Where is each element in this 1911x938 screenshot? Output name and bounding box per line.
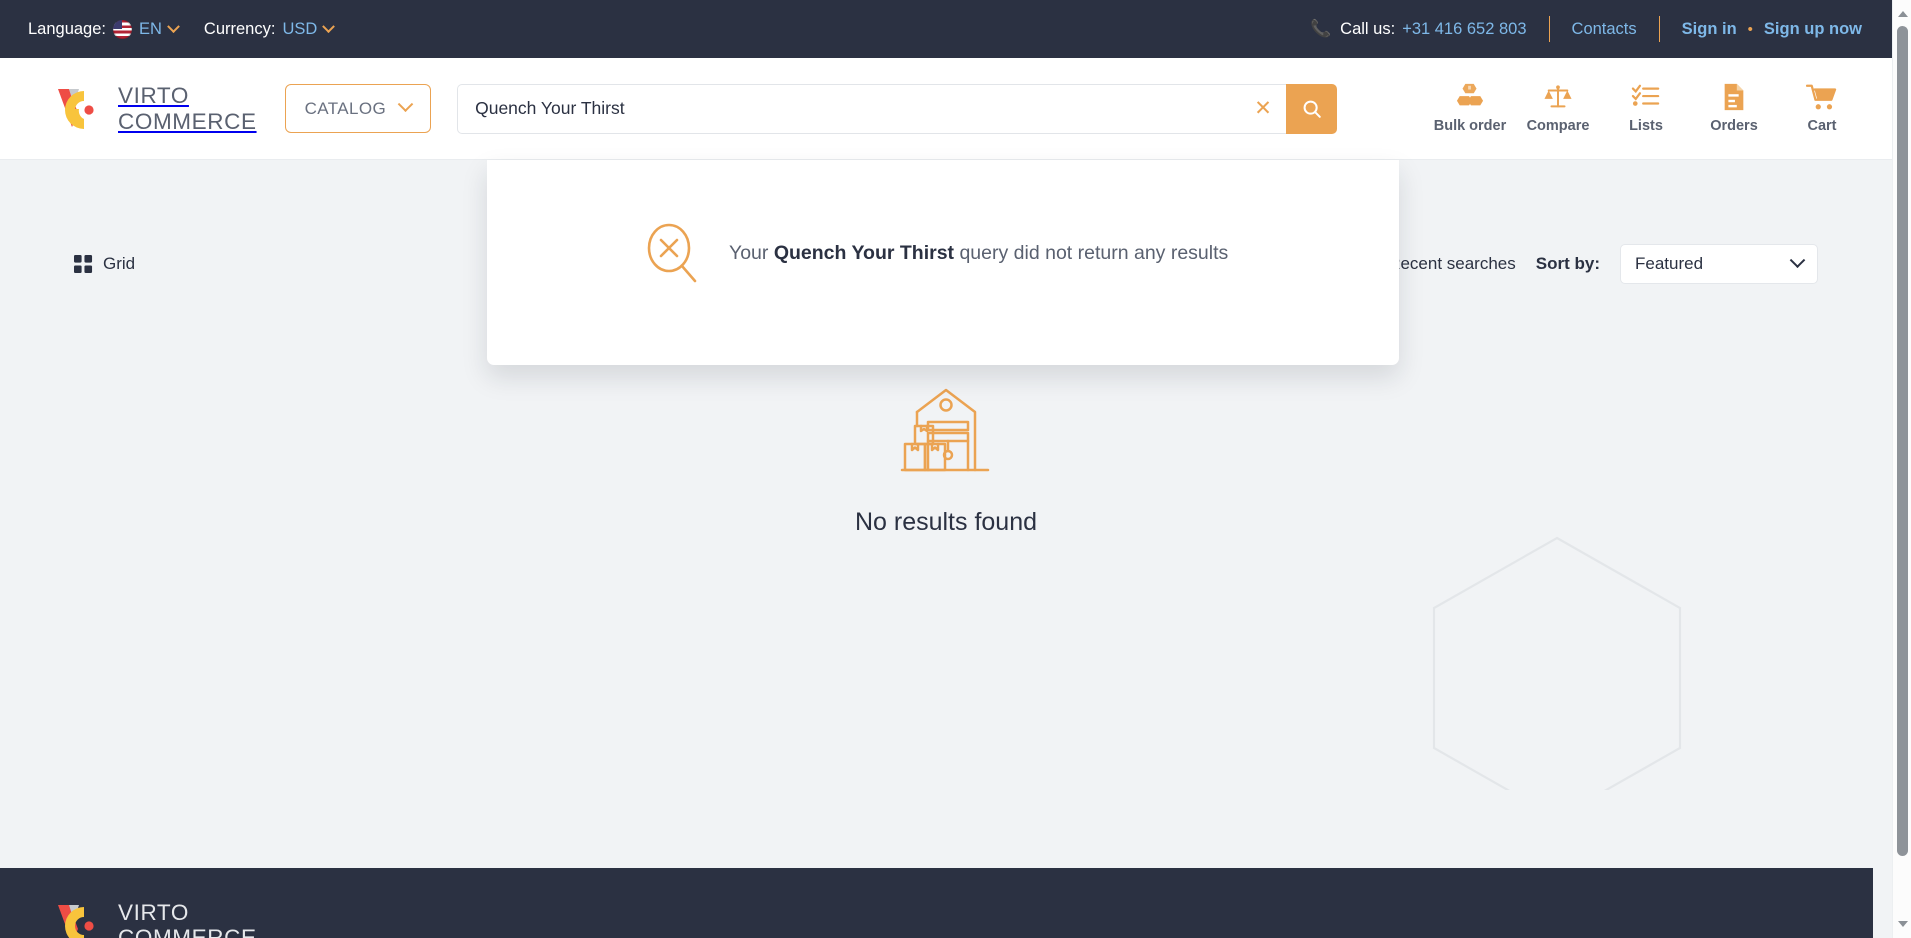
header-action-cart[interactable]: Cart: [1778, 83, 1866, 134]
header-action-compare[interactable]: Compare: [1514, 83, 1602, 134]
checklist-icon: [1631, 84, 1660, 106]
header-actions: Bulk order Compare Lists Orders Cart: [1426, 83, 1866, 134]
header-action-label: Compare: [1526, 118, 1590, 134]
sign-up-link[interactable]: Sign up now: [1764, 20, 1862, 39]
call-us-label: Call us:: [1340, 19, 1396, 38]
language-label: Language:: [28, 19, 106, 38]
topbar-left-group: Language: EN Currency: USD: [28, 19, 336, 39]
search-bar: ✕: [457, 83, 1338, 134]
browser-viewport: Language: EN Currency: USD 📞 Call us: +3…: [0, 0, 1911, 938]
sign-in-link[interactable]: Sign in: [1682, 20, 1737, 39]
scroll-up-arrow-icon[interactable]: [1893, 4, 1911, 24]
scroll-thumb[interactable]: [1897, 26, 1908, 856]
header-action-lists[interactable]: Lists: [1602, 83, 1690, 134]
search-no-results-icon: [647, 223, 697, 283]
sort-by-value: Featured: [1635, 254, 1704, 273]
search-input-wrapper: ✕: [457, 83, 1287, 134]
header-action-label: Orders: [1710, 118, 1758, 134]
grid-icon: [74, 254, 93, 273]
cart-icon: [1806, 84, 1837, 110]
boxes-icon: [1456, 83, 1484, 106]
virto-logo-icon: [58, 905, 94, 938]
flag-us-icon: [113, 19, 132, 39]
currency-label: Currency:: [203, 19, 276, 38]
phone-icon: 📞: [1309, 19, 1332, 38]
site-logo[interactable]: VIRTO COMMERCE: [54, 83, 257, 135]
no-results-message-row: Your Quench Your Thirst query did not re…: [644, 222, 1228, 284]
sort-by-select[interactable]: Featured: [1620, 244, 1818, 284]
chevron-down-icon: [397, 96, 414, 113]
header-action-orders[interactable]: Orders: [1690, 83, 1778, 134]
search-icon: [1303, 100, 1321, 118]
topbar-right-group: 📞 Call us: +31 416 652 803 Contacts Sign…: [1310, 16, 1862, 42]
header-action-bulk-order[interactable]: Bulk order: [1426, 83, 1514, 134]
no-results-message: Your Quench Your Thirst query did not re…: [729, 242, 1228, 265]
recent-searches-link[interactable]: Recent searches: [1388, 254, 1516, 274]
language-value: EN: [139, 19, 162, 38]
divider: [1548, 16, 1550, 42]
phone-number-link[interactable]: +31 416 652 803: [1402, 20, 1526, 39]
view-toggle-label: Grid: [103, 254, 136, 273]
bullet-separator: •: [1747, 20, 1753, 38]
warehouse-boxes-icon: [900, 388, 990, 472]
currency-value: USD: [282, 19, 318, 38]
logo-wordmark: VIRTO COMMERCE: [118, 83, 257, 133]
message-suffix: query did not return any results: [954, 241, 1229, 264]
top-utility-bar: Language: EN Currency: USD 📞 Call us: +3…: [0, 0, 1892, 58]
language-selector[interactable]: Language: EN: [28, 19, 180, 39]
sort-by-label: Sort by:: [1535, 254, 1600, 273]
search-submit-button[interactable]: [1286, 83, 1338, 134]
logo-line-1: VIRTO: [118, 83, 189, 109]
chevron-down-icon: [1789, 251, 1806, 268]
site-header: VIRTO COMMERCE CATALOG ✕: [0, 58, 1892, 160]
divider: [1658, 16, 1660, 42]
catalog-label: CATALOG: [304, 98, 387, 118]
footer-logo-wordmark: VIRTO COMMERCE: [118, 900, 257, 938]
message-prefix: Your: [729, 241, 774, 264]
empty-state: No results found: [64, 378, 1828, 537]
empty-state-text: No results found: [854, 508, 1038, 536]
page-content: Language: EN Currency: USD 📞 Call us: +3…: [0, 0, 1892, 938]
toolbar-right-group: Recent searches Sort by: Featured: [1388, 244, 1818, 284]
logo-line-2: COMMERCE: [118, 108, 257, 134]
scales-icon: [1544, 85, 1572, 108]
footer-logo-line-1: VIRTO: [118, 899, 189, 925]
chevron-down-icon: [167, 19, 180, 33]
header-action-label: Bulk order: [1433, 118, 1507, 134]
virto-logo-icon: [58, 88, 94, 129]
contacts-link[interactable]: Contacts: [1572, 20, 1637, 39]
search-input[interactable]: [475, 98, 1241, 119]
search-suggestions-dropdown: Your Quench Your Thirst query did not re…: [487, 160, 1399, 365]
close-icon[interactable]: ✕: [1240, 96, 1286, 121]
catalog-button[interactable]: CATALOG: [284, 84, 432, 133]
view-toggle-grid[interactable]: Grid: [74, 254, 135, 274]
document-icon: [1724, 83, 1744, 111]
footer-logo[interactable]: VIRTO COMMERCE: [54, 899, 257, 938]
currency-selector[interactable]: Currency: USD: [203, 19, 336, 39]
chevron-down-icon: [322, 19, 336, 33]
site-footer: VIRTO COMMERCE: [0, 868, 1873, 938]
footer-logo-line-2: COMMERCE: [118, 925, 257, 938]
vertical-scrollbar[interactable]: [1892, 0, 1911, 938]
header-action-label: Lists: [1629, 118, 1663, 134]
message-query: Quench Your Thirst: [773, 241, 955, 264]
header-action-label: Cart: [1807, 118, 1837, 134]
scroll-down-arrow-icon[interactable]: [1893, 914, 1911, 934]
hexagon-watermark: [1432, 536, 1682, 790]
